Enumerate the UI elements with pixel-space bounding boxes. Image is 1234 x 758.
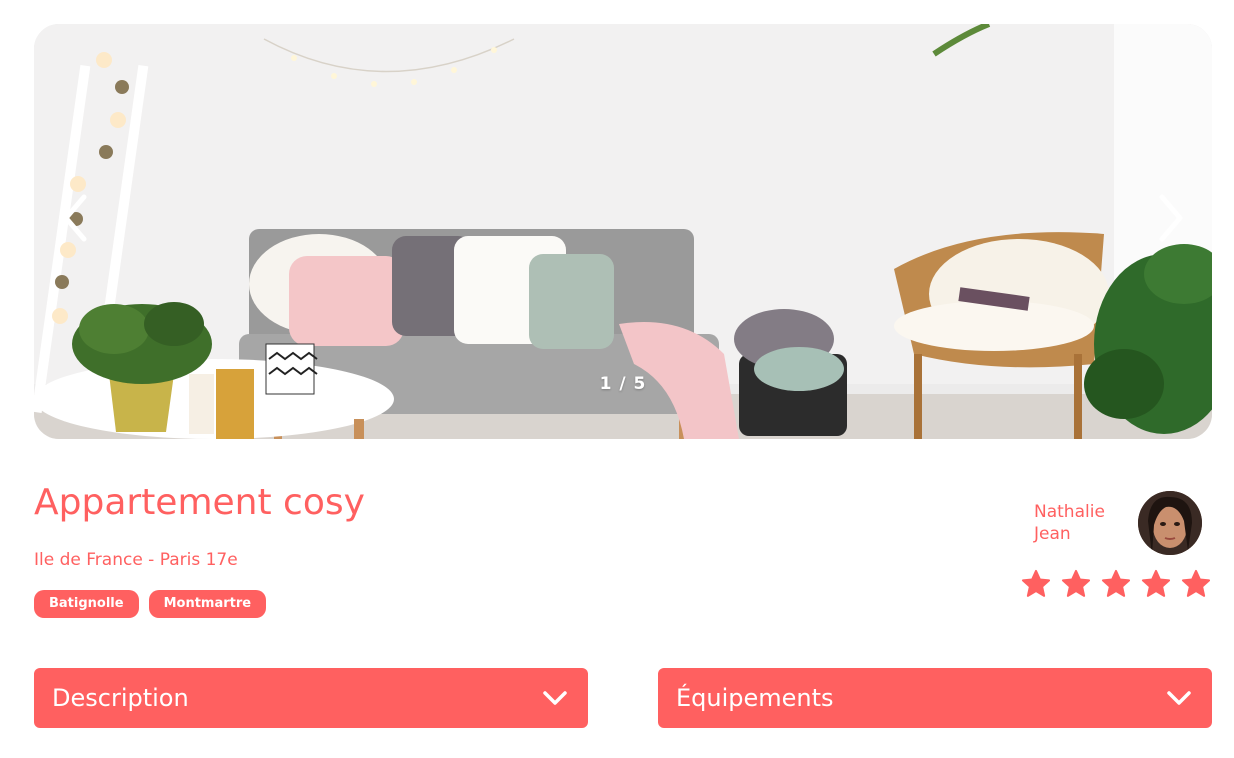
chevron-right-icon <box>1159 194 1183 242</box>
chevron-left-icon <box>63 194 87 242</box>
host-avatar <box>1138 491 1202 555</box>
star-icon <box>1061 569 1091 597</box>
host-last-name: Jean <box>1034 524 1071 544</box>
tag-list: Batignolle Montmartre <box>34 590 267 618</box>
carousel-prev-button[interactable] <box>50 188 100 248</box>
collapse-label: Description <box>52 684 189 712</box>
host-info: Nathalie Jean <box>1034 491 1202 555</box>
star-icon <box>1141 569 1171 597</box>
chevron-down-icon <box>1167 691 1191 705</box>
star-icon <box>1101 569 1131 597</box>
collapse-label: Équipements <box>676 684 834 712</box>
image-carousel: 1 / 5 <box>34 24 1212 439</box>
equipements-collapse[interactable]: Équipements <box>658 668 1212 728</box>
host-name: Nathalie Jean <box>1034 501 1124 545</box>
tag: Batignolle <box>34 590 139 618</box>
description-collapse[interactable]: Description <box>34 668 588 728</box>
listing-title: Appartement cosy <box>34 482 365 523</box>
rating <box>1020 568 1212 600</box>
listing-page: 1 / 5 Appartement cosy Ile de France - P… <box>0 0 1234 758</box>
carousel-next-button[interactable] <box>1146 188 1196 248</box>
carousel-counter: 1 / 5 <box>599 374 647 394</box>
star-icon <box>1021 569 1051 597</box>
tag: Montmartre <box>148 590 267 618</box>
chevron-down-icon <box>543 691 567 705</box>
star-icon <box>1181 569 1211 597</box>
listing-location: Ile de France - Paris 17e <box>34 550 238 570</box>
host-first-name: Nathalie <box>1034 502 1105 522</box>
